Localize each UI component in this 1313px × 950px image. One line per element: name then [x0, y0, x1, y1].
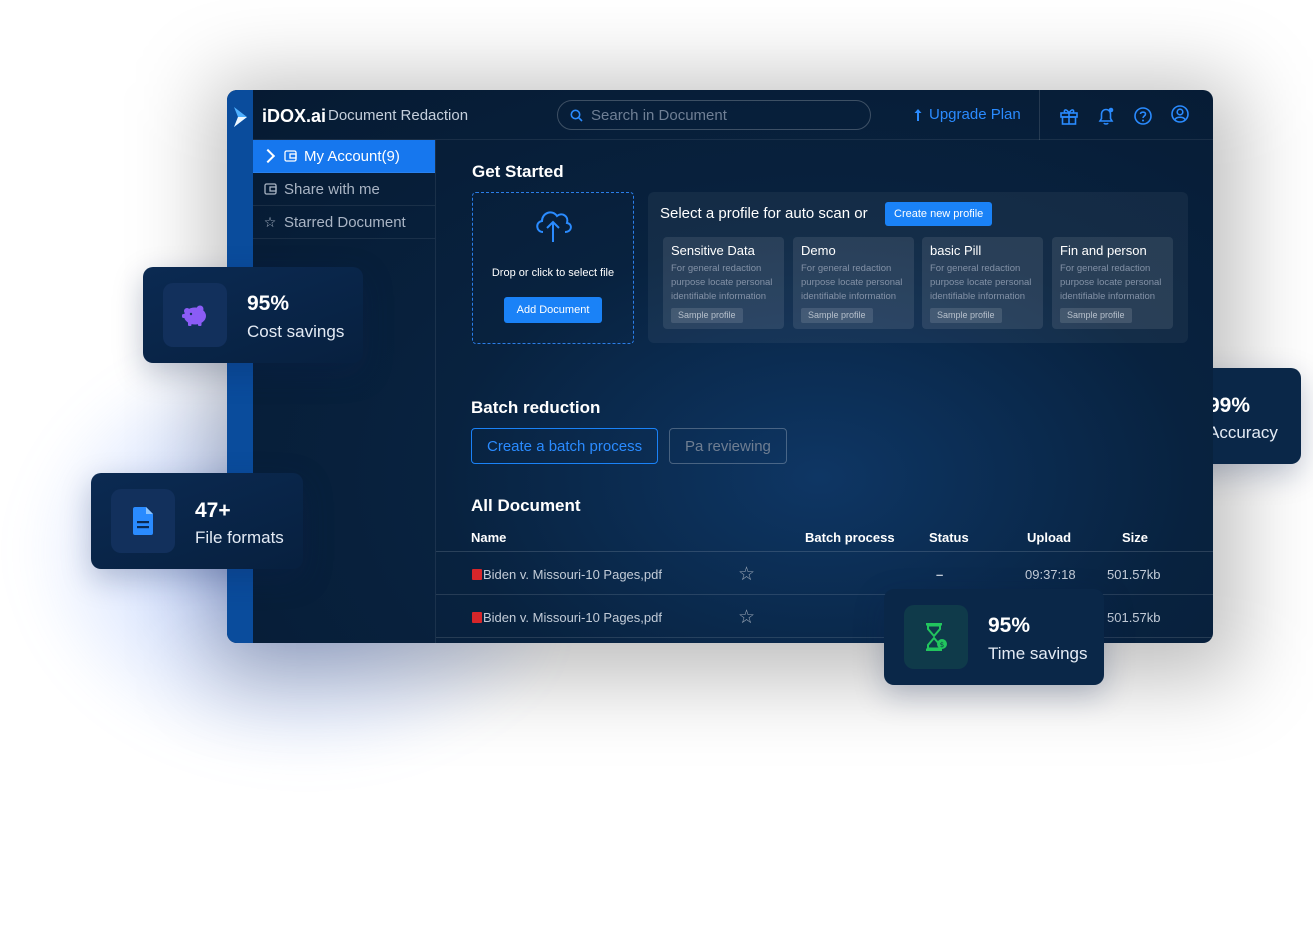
profile-card[interactable]: Demo For general redaction purpose locat… [793, 237, 914, 329]
profile-panel: Select a profile for auto scan or Create… [648, 192, 1188, 343]
document-icon [133, 507, 153, 535]
piggy-bank-icon [182, 305, 206, 326]
create-batch-process-button[interactable]: Create a batch process [471, 428, 659, 464]
icon-box [163, 283, 227, 347]
top-bar: iDOX.ai Document Redaction Upgrade Plan [253, 90, 1213, 140]
gift-icon[interactable] [1058, 105, 1080, 127]
profile-description: For general redaction purpose locate per… [1060, 263, 1162, 302]
search-input[interactable] [591, 105, 851, 125]
accuracy-label: Accuracy [1208, 423, 1278, 442]
cost-savings-badge: 95% Cost savings [143, 267, 363, 363]
search-box[interactable] [557, 100, 871, 130]
pa-reviewing-button[interactable]: Pa reviewing [669, 428, 787, 464]
app-subtitle: Document Redaction [328, 107, 469, 124]
profile-name: Fin and person [1060, 243, 1147, 258]
pdf-file-icon [472, 569, 482, 580]
upgrade-plan-link[interactable]: Upgrade Plan [913, 106, 1021, 123]
column-header-batch: Batch process [805, 530, 895, 545]
document-status: – [936, 567, 944, 582]
document-size: 501.57kb [1107, 610, 1161, 625]
logo-icon [234, 107, 247, 127]
profile-description: For general redaction purpose locate per… [671, 263, 773, 302]
profile-name: Demo [801, 243, 836, 258]
sidebar-item-starred-document[interactable]: ☆ Starred Document [253, 206, 435, 239]
icon-box: $ [904, 605, 968, 669]
document-upload: 09:37:18 [1025, 567, 1076, 582]
document-name[interactable]: Biden v. Missouri-10 Pages,pdf [483, 567, 662, 582]
main-content: Get Started Drop or click to select file… [436, 140, 1213, 643]
profile-tag: Sample profile [671, 308, 743, 323]
profile-prompt: Select a profile for auto scan or [660, 205, 868, 222]
accuracy-value: 99% [1208, 394, 1251, 417]
create-new-profile-button[interactable]: Create new profile [885, 202, 993, 226]
file-formats-badge: 47+ File formats [91, 473, 303, 569]
search-icon [570, 109, 583, 122]
sidebar-item-label: Starred Document [284, 213, 406, 231]
icon-box [111, 489, 175, 553]
notification-bell-icon[interactable] [1095, 105, 1117, 127]
cloud-upload-icon [536, 211, 572, 242]
profile-card[interactable]: Fin and person For general redaction pur… [1052, 237, 1173, 329]
user-profile-icon[interactable] [1169, 103, 1191, 125]
column-header-upload: Upload [1027, 530, 1072, 545]
upgrade-label: Upgrade Plan [929, 106, 1021, 123]
profile-tag: Sample profile [1060, 308, 1132, 323]
dropzone-text: Drop or click to select file [491, 267, 615, 279]
table-header: Name Batch process Status Upload Size [436, 522, 1213, 552]
star-icon[interactable]: ☆ [738, 563, 755, 586]
hourglass-icon: $ [926, 623, 947, 651]
file-formats-label: File formats [195, 528, 284, 547]
star-icon[interactable]: ☆ [738, 606, 755, 629]
brand-name: iDOX.ai [262, 106, 327, 126]
topbar-divider [1039, 90, 1040, 140]
get-started-title: Get Started [472, 162, 564, 181]
wallet-icon [283, 149, 297, 163]
batch-title: Batch reduction [471, 398, 601, 417]
upgrade-arrow-icon [914, 108, 922, 121]
sidebar-item-label: My Account(9) [304, 147, 400, 165]
wallet-icon [263, 182, 277, 196]
cost-savings-label: Cost savings [247, 322, 345, 341]
profile-tag: Sample profile [930, 308, 1002, 323]
file-formats-value: 47+ [195, 499, 231, 522]
all-document-title: All Document [471, 496, 581, 515]
cost-savings-value: 95% [247, 292, 290, 315]
sidebar-item-my-account[interactable]: My Account(9) [253, 140, 435, 173]
profile-tag: Sample profile [801, 308, 873, 323]
pdf-file-icon [472, 612, 482, 623]
column-header-size: Size [1122, 530, 1149, 545]
profile-name: basic Pill [930, 243, 982, 258]
document-name[interactable]: Biden v. Missouri-10 Pages,pdf [483, 610, 662, 625]
time-savings-value: 95% [988, 614, 1031, 637]
time-savings-badge: $ 95% Time savings [884, 589, 1104, 685]
document-size: 501.57kb [1107, 567, 1161, 582]
star-icon: ☆ [263, 213, 277, 230]
profile-name: Sensitive Data [671, 243, 755, 258]
add-document-button[interactable]: Add Document [504, 297, 602, 323]
profile-description: For general redaction purpose locate per… [801, 263, 903, 302]
column-header-name: Name [471, 530, 507, 545]
app-window: iDOX.ai Document Redaction Upgrade Plan [227, 90, 1213, 643]
profile-description: For general redaction purpose locate per… [930, 263, 1032, 302]
help-icon[interactable] [1132, 105, 1154, 127]
upload-dropzone[interactable]: Drop or click to select file Add Documen… [472, 192, 634, 344]
svg-text:$: $ [940, 641, 944, 649]
time-savings-label: Time savings [988, 644, 1088, 663]
profile-card[interactable]: Sensitive Data For general redaction pur… [663, 237, 784, 329]
sidebar-item-label: Share with me [284, 180, 380, 198]
sidebar-item-share-with-me[interactable]: Share with me [253, 173, 435, 206]
column-header-status: Status [929, 530, 969, 545]
chevron-right-icon [260, 148, 276, 164]
profile-card[interactable]: basic Pill For general redaction purpose… [922, 237, 1043, 329]
